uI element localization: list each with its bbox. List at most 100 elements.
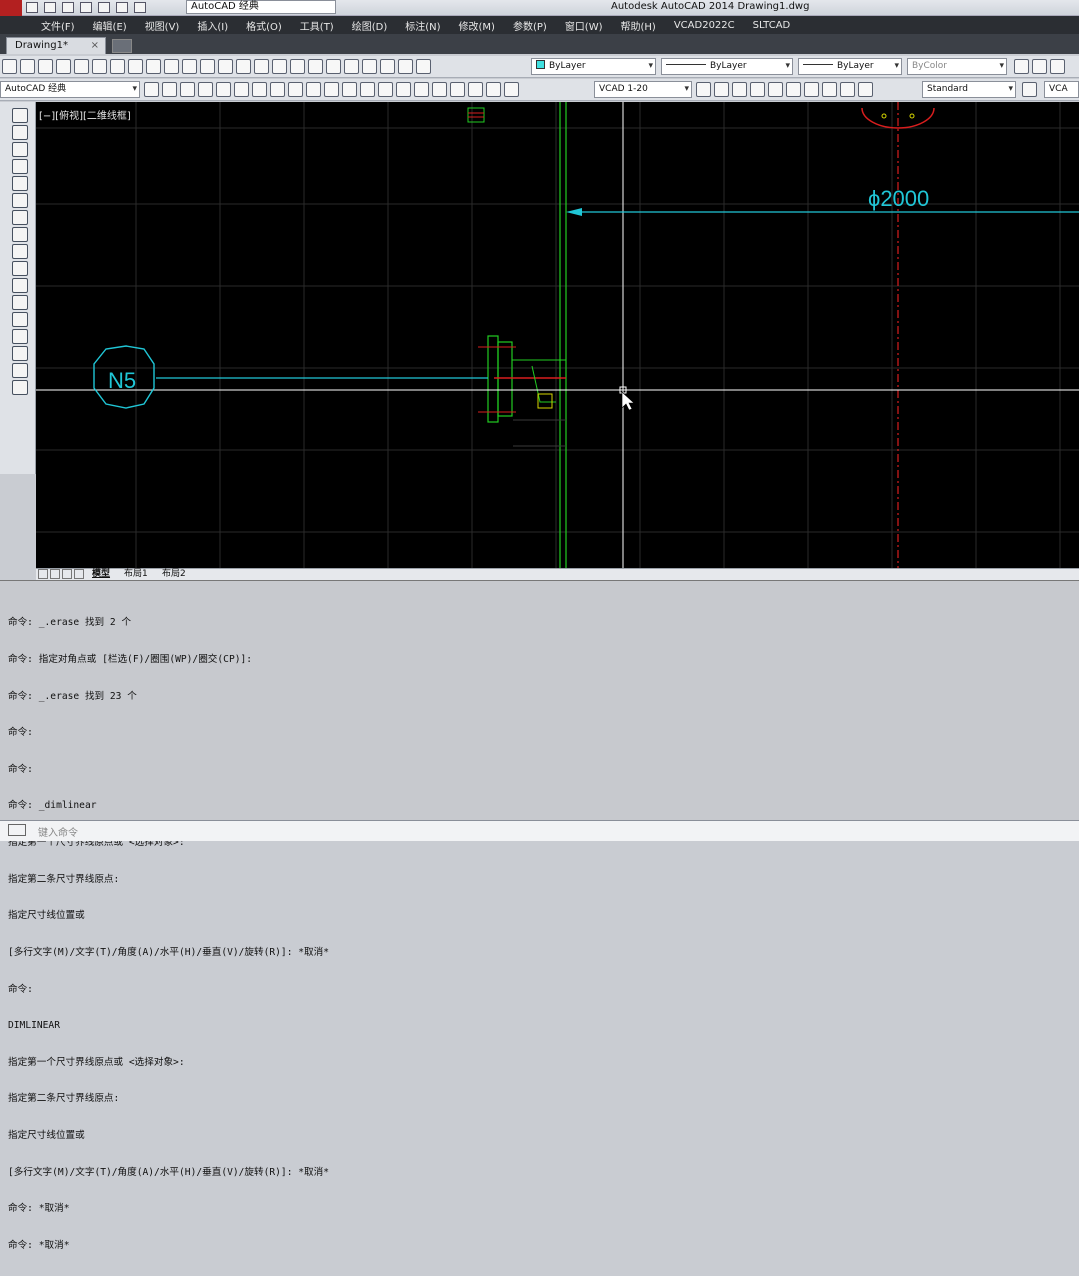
zoom-window-icon[interactable]: [272, 59, 287, 74]
undo-icon[interactable]: [116, 2, 128, 13]
tab-model[interactable]: 模型: [92, 569, 110, 580]
extend-icon[interactable]: [12, 278, 28, 293]
diameter-icon[interactable]: [270, 82, 285, 97]
undo-icon[interactable]: [200, 59, 215, 74]
copy-icon[interactable]: [12, 125, 28, 140]
match-properties-icon[interactable]: [182, 59, 197, 74]
menu-edit[interactable]: 编辑(E): [84, 18, 136, 33]
open-icon[interactable]: [20, 59, 35, 74]
menu-help[interactable]: 帮助(H): [612, 18, 665, 33]
inspection-icon[interactable]: [432, 82, 447, 97]
find-icon[interactable]: [768, 82, 783, 97]
dim-style-select[interactable]: VCA: [1044, 81, 1079, 98]
help-icon[interactable]: [416, 59, 431, 74]
menu-draw[interactable]: 绘图(D): [343, 18, 397, 33]
print-icon[interactable]: [98, 2, 110, 13]
viewport-label[interactable]: [−][俯视][二维线框]: [39, 107, 131, 122]
menu-sltcad[interactable]: SLTCAD: [744, 20, 800, 31]
menu-tools[interactable]: 工具(T): [291, 18, 343, 33]
aligned-dimension-icon[interactable]: [180, 82, 195, 97]
stretch-icon[interactable]: [12, 244, 28, 259]
open-icon[interactable]: [44, 2, 56, 13]
copy-icon[interactable]: [146, 59, 161, 74]
angular-icon[interactable]: [288, 82, 303, 97]
edit-dimension-icon[interactable]: [468, 82, 483, 97]
chamfer-icon[interactable]: [12, 329, 28, 344]
move-icon[interactable]: [12, 193, 28, 208]
drawing-viewport[interactable]: ϕ2000 N5 [−][俯视][二维线框]: [36, 102, 1079, 568]
new-icon[interactable]: [2, 59, 17, 74]
close-icon[interactable]: ×: [91, 38, 99, 53]
menu-insert[interactable]: 插入(I): [188, 18, 237, 33]
command-input[interactable]: 键入命令: [0, 820, 1079, 841]
lineweight-select[interactable]: ByLayer ▾: [798, 58, 902, 75]
continue-icon[interactable]: [342, 82, 357, 97]
break-icon[interactable]: [378, 82, 393, 97]
tool-palettes-icon[interactable]: [344, 59, 359, 74]
offset-icon[interactable]: [12, 159, 28, 174]
baseline-icon[interactable]: [324, 82, 339, 97]
justify-text-icon[interactable]: [840, 82, 855, 97]
array-icon[interactable]: [12, 176, 28, 191]
erase-icon[interactable]: [12, 108, 28, 123]
edit-text-icon[interactable]: [750, 82, 765, 97]
blend-icon[interactable]: [12, 363, 28, 378]
zoom-previous-icon[interactable]: [290, 59, 305, 74]
light-bulb-icon[interactable]: [1032, 59, 1047, 74]
menu-parametric[interactable]: 参数(P): [504, 18, 556, 33]
plotstyle-select[interactable]: ByColor ▾: [907, 58, 1007, 75]
tab-layout1[interactable]: 布局1: [124, 569, 148, 580]
menu-dimension[interactable]: 标注(N): [396, 18, 449, 33]
quick-dimension-icon[interactable]: [306, 82, 321, 97]
workspace-combo[interactable]: AutoCAD 经典 ▾: [0, 81, 140, 98]
new-icon[interactable]: [26, 2, 38, 13]
explode-icon[interactable]: [12, 380, 28, 395]
linear-dimension-icon[interactable]: [162, 82, 177, 97]
redo-icon[interactable]: [134, 2, 146, 13]
text-style-icon[interactable]: [804, 82, 819, 97]
menu-modify[interactable]: 修改(M): [450, 18, 504, 33]
cut-icon[interactable]: [128, 59, 143, 74]
last-layout-icon[interactable]: [74, 569, 84, 579]
design-center-icon[interactable]: [326, 59, 341, 74]
save-icon[interactable]: [38, 59, 53, 74]
menu-view[interactable]: 视图(V): [136, 18, 189, 33]
space-icon[interactable]: [360, 82, 375, 97]
first-layout-icon[interactable]: [38, 569, 48, 579]
convert-icon[interactable]: [858, 82, 873, 97]
linetype-select[interactable]: ByLayer ▾: [661, 58, 793, 75]
paste-icon[interactable]: [164, 59, 179, 74]
ordinate-icon[interactable]: [216, 82, 231, 97]
menu-file[interactable]: 文件(F): [32, 18, 84, 33]
tab-drawing1[interactable]: Drawing1* ×: [6, 37, 106, 54]
trim-icon[interactable]: [12, 261, 28, 276]
layer-manager-icon[interactable]: [1014, 59, 1029, 74]
spell-check-icon[interactable]: [786, 82, 801, 97]
preview-icon[interactable]: [74, 59, 89, 74]
sheet-set-icon[interactable]: [362, 59, 377, 74]
zoom-realtime-icon[interactable]: [254, 59, 269, 74]
jogged-icon[interactable]: [252, 82, 267, 97]
calculator-icon[interactable]: [398, 59, 413, 74]
arc-length-icon[interactable]: [198, 82, 213, 97]
save-as-icon[interactable]: [80, 2, 92, 13]
workspace-select[interactable]: AutoCAD 经典: [186, 0, 336, 14]
scale-text-icon[interactable]: [822, 82, 837, 97]
break-icon[interactable]: [12, 295, 28, 310]
sun-icon[interactable]: [1050, 59, 1065, 74]
markup-icon[interactable]: [380, 59, 395, 74]
layer-color-select[interactable]: ByLayer ▾: [531, 58, 656, 75]
update-icon[interactable]: [504, 82, 519, 97]
new-tab-button[interactable]: [112, 39, 132, 53]
tolerance-icon[interactable]: [396, 82, 411, 97]
properties-icon[interactable]: [308, 59, 323, 74]
publish-icon[interactable]: [92, 59, 107, 74]
rotate-icon[interactable]: [12, 210, 28, 225]
drawing-canvas[interactable]: ϕ2000 N5: [36, 102, 1079, 568]
dim-style-icon[interactable]: [696, 82, 711, 97]
center-mark-icon[interactable]: [414, 82, 429, 97]
pan-icon[interactable]: [236, 59, 251, 74]
redo-icon[interactable]: [218, 59, 233, 74]
radius-icon[interactable]: [234, 82, 249, 97]
dim-style-icon[interactable]: [1022, 82, 1037, 97]
